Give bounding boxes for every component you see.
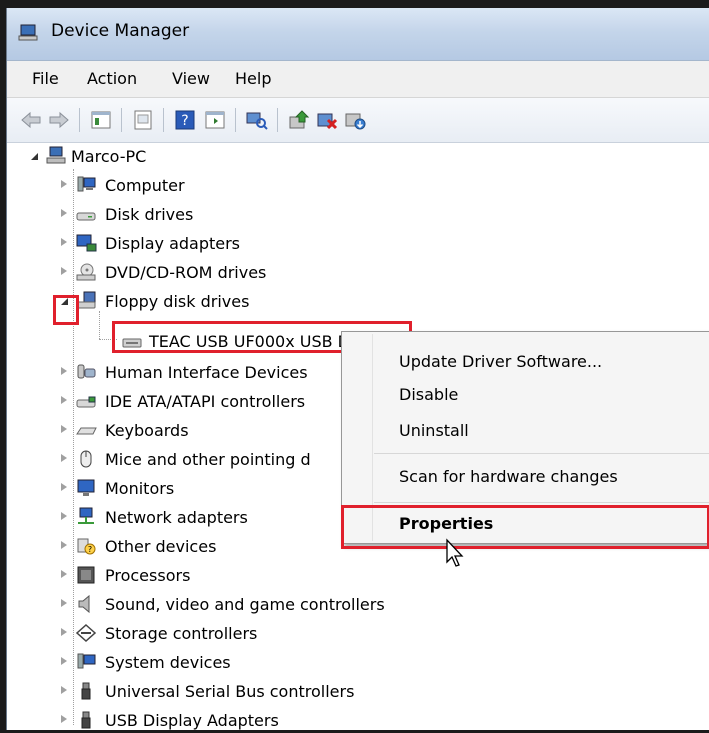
- collapse-arrow-icon[interactable]: [31, 153, 38, 160]
- menu-scan-hardware[interactable]: Scan for hardware changes: [399, 467, 618, 486]
- tree-item-keyboards[interactable]: Keyboards: [55, 417, 355, 443]
- mouse-icon: [80, 450, 92, 468]
- mouse-cursor-icon: [446, 538, 464, 567]
- tree-item-dvd-drives[interactable]: DVD/CD-ROM drives: [55, 259, 355, 285]
- forward-icon[interactable]: [47, 108, 71, 132]
- expand-arrow-icon[interactable]: [61, 396, 67, 404]
- tree-item-network-adapters[interactable]: Network adapters: [55, 504, 355, 530]
- title-bar[interactable]: Device Manager: [7, 8, 709, 61]
- menu-action[interactable]: Action: [87, 69, 137, 88]
- menu-file[interactable]: File: [32, 69, 59, 88]
- expand-arrow-icon[interactable]: [61, 657, 67, 665]
- tree-item-ide-controllers[interactable]: IDE ATA/ATAPI controllers: [55, 388, 355, 414]
- expand-arrow-icon[interactable]: [61, 267, 67, 275]
- tree-item-floppy-disk-drives[interactable]: Floppy disk drives: [55, 288, 355, 314]
- expand-arrow-icon[interactable]: [61, 686, 67, 694]
- expand-arrow-icon[interactable]: [61, 570, 67, 578]
- expand-arrow-icon[interactable]: [61, 715, 67, 723]
- expand-arrow-icon[interactable]: [61, 541, 67, 549]
- scan-hardware-icon[interactable]: [245, 108, 269, 132]
- root-label: Marco-PC: [71, 147, 147, 166]
- monitor-icon: [77, 479, 95, 496]
- expand-arrow-highlight: [53, 295, 79, 325]
- window-title: Device Manager: [51, 21, 190, 41]
- tree-item-other-devices[interactable]: ? Other devices: [55, 533, 355, 559]
- svg-text:?: ?: [88, 545, 92, 554]
- tree-item-monitors[interactable]: Monitors: [55, 475, 355, 501]
- unknown-device-icon: ?: [77, 538, 96, 555]
- properties-icon[interactable]: [131, 108, 155, 132]
- back-icon[interactable]: [19, 108, 43, 132]
- tree-item-display-adapters[interactable]: Display adapters: [55, 230, 355, 256]
- keyboard-icon: [76, 427, 97, 435]
- device-manager-window: Device Manager File Action View Help ? M…: [6, 8, 709, 730]
- speaker-icon: [78, 594, 90, 614]
- expand-arrow-icon[interactable]: [61, 425, 67, 433]
- usb-display-icon: [81, 711, 91, 729]
- system-device-icon: [77, 653, 96, 669]
- computer-root-icon: [46, 146, 66, 164]
- expand-arrow-icon[interactable]: [61, 180, 67, 188]
- device-manager-icon: [18, 24, 38, 41]
- disk-drive-icon: [76, 212, 96, 221]
- menu-bar: File Action View Help: [7, 61, 709, 98]
- update-driver-icon[interactable]: [287, 108, 311, 132]
- computer-icon: [77, 176, 96, 192]
- tree-item-disk-drives[interactable]: Disk drives: [55, 201, 355, 227]
- menu-view[interactable]: View: [172, 69, 210, 88]
- tree-item-sound[interactable]: Sound, video and game controllers: [55, 591, 395, 617]
- expand-arrow-icon[interactable]: [61, 238, 67, 246]
- tree-item-usb-display-adapters[interactable]: USB Display Adapters: [55, 707, 355, 733]
- svg-text:?: ?: [181, 113, 188, 129]
- expand-arrow-icon[interactable]: [61, 454, 67, 462]
- storage-controller-icon: [75, 623, 97, 643]
- dvd-drive-icon: [76, 263, 96, 281]
- expand-arrow-icon[interactable]: [61, 483, 67, 491]
- display-adapter-icon: [76, 234, 97, 252]
- tree-item-storage-controllers[interactable]: Storage controllers: [55, 620, 355, 646]
- tree-root[interactable]: Marco-PC: [27, 143, 327, 169]
- uninstall-icon[interactable]: [315, 108, 339, 132]
- expand-arrow-icon[interactable]: [61, 628, 67, 636]
- menu-disable[interactable]: Disable: [399, 385, 458, 404]
- expand-arrow-icon[interactable]: [61, 512, 67, 520]
- enable-device-icon[interactable]: [343, 108, 367, 132]
- expand-arrow-icon[interactable]: [61, 209, 67, 217]
- tree-item-processors[interactable]: Processors: [55, 562, 355, 588]
- action-pane-icon[interactable]: [203, 108, 227, 132]
- tree-item-hid[interactable]: Human Interface Devices: [55, 359, 355, 385]
- properties-highlight: [341, 505, 709, 549]
- toolbar: ?: [7, 98, 709, 143]
- help-icon[interactable]: ?: [173, 108, 197, 132]
- expand-arrow-icon[interactable]: [61, 599, 67, 607]
- tree-item-mice[interactable]: Mice and other pointing d: [55, 446, 355, 472]
- network-adapter-icon: [78, 507, 94, 524]
- usb-icon: [81, 682, 91, 700]
- ide-controller-icon: [76, 396, 96, 408]
- menu-uninstall[interactable]: Uninstall: [399, 421, 469, 440]
- menu-update-driver[interactable]: Update Driver Software...: [399, 352, 602, 371]
- tree-item-system-devices[interactable]: System devices: [55, 649, 355, 675]
- menu-help[interactable]: Help: [235, 69, 271, 88]
- show-hide-tree-icon[interactable]: [89, 108, 113, 132]
- tree-item-usb-controllers[interactable]: Universal Serial Bus controllers: [55, 678, 395, 704]
- expand-arrow-icon[interactable]: [61, 367, 67, 375]
- tree-item-computer[interactable]: Computer: [55, 172, 355, 198]
- hid-icon: [77, 364, 96, 379]
- processor-icon: [77, 566, 95, 584]
